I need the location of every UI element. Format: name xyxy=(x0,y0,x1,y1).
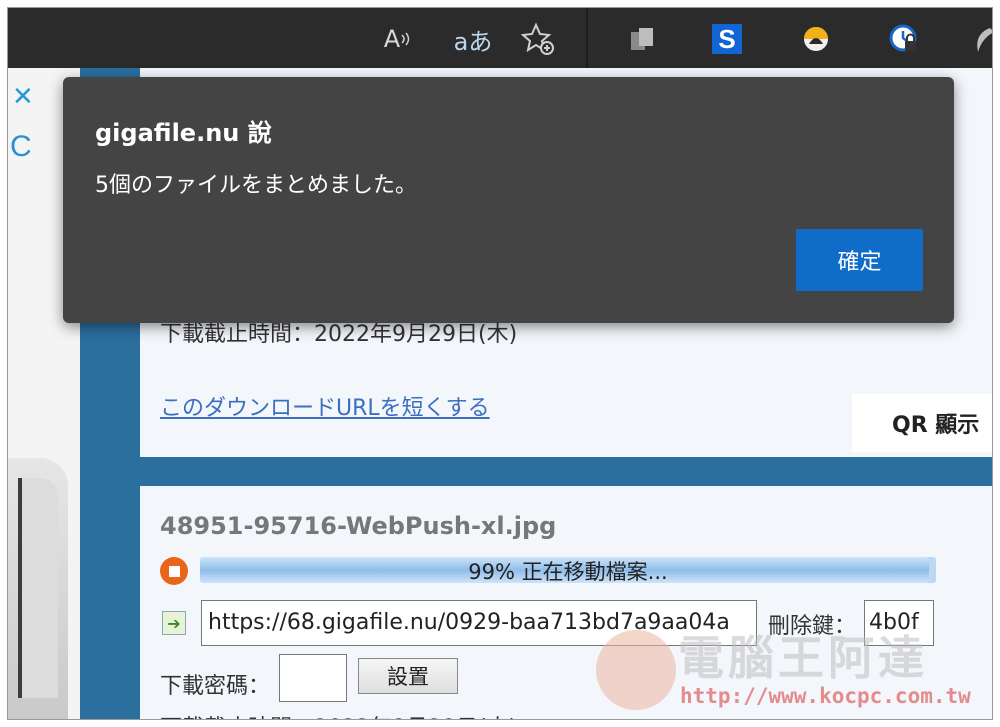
extension-lock-icon[interactable] xyxy=(886,21,922,57)
stop-upload-icon[interactable] xyxy=(160,557,188,585)
star-plus-icon xyxy=(521,22,554,55)
shorten-url-link[interactable]: このダウンロードURLを短くする xyxy=(160,390,490,422)
upload-progress-bar: 99% 正在移動檔案... xyxy=(200,557,936,584)
qr-display-button[interactable]: QR 顯示 xyxy=(852,394,992,452)
extension-partial-icon[interactable] xyxy=(970,21,992,57)
delete-key-label: 刪除鍵： xyxy=(768,614,857,639)
browser-window: A aあ S ✕ C 下載截止時間：2022年9月29日(木) このダウンロード… xyxy=(7,7,993,720)
go-to-link-icon[interactable]: ➔ xyxy=(162,611,186,635)
alert-dialog: gigafile.nu 說 5個のファイルをまとめました。 確定 xyxy=(63,77,954,323)
set-password-button[interactable]: 設置 xyxy=(358,658,458,694)
sound-waves-icon xyxy=(401,32,410,46)
browser-toolbar: A aあ S xyxy=(8,8,992,68)
read-aloud-glyph: A xyxy=(383,25,401,53)
extension-s-icon: S xyxy=(712,24,742,54)
copy-pages-icon xyxy=(631,28,653,50)
leaf-icon xyxy=(977,28,992,52)
extension-sun-icon[interactable] xyxy=(798,21,834,57)
dialog-title: gigafile.nu 說 xyxy=(95,119,272,147)
download-url-field[interactable]: https://68.gigafile.nu/0929-baa713bd7a9a… xyxy=(201,600,757,646)
file-name: 48951-95716-WebPush-xl.jpg xyxy=(160,512,557,540)
ad-letter: C xyxy=(10,130,32,163)
delete-key-field[interactable]: 4b0f xyxy=(864,600,934,646)
clock-lock-icon xyxy=(889,24,917,52)
download-password-field[interactable] xyxy=(279,654,347,702)
ad-phone-image xyxy=(8,458,68,719)
collections-icon[interactable] xyxy=(624,21,660,57)
dialog-message: 5個のファイルをまとめました。 xyxy=(95,173,417,198)
toolbar-divider xyxy=(586,8,588,68)
download-password-label: 下載密碼： xyxy=(160,674,271,699)
translate-glyph: aあ xyxy=(453,27,493,56)
half-sun-icon xyxy=(804,27,828,51)
progress-status-text: 99% 正在移動檔案... xyxy=(468,560,668,584)
extension-s-button[interactable]: S xyxy=(709,21,745,57)
favorites-add-icon[interactable] xyxy=(520,21,556,57)
download-deadline-text-2: 下載截止時間：2022年9月29日(木) xyxy=(160,710,517,719)
read-aloud-icon[interactable]: A xyxy=(380,21,416,57)
ad-close-icon[interactable]: ✕ xyxy=(12,82,34,112)
translate-icon[interactable]: aあ xyxy=(448,21,498,57)
dialog-ok-button[interactable]: 確定 xyxy=(796,229,923,291)
